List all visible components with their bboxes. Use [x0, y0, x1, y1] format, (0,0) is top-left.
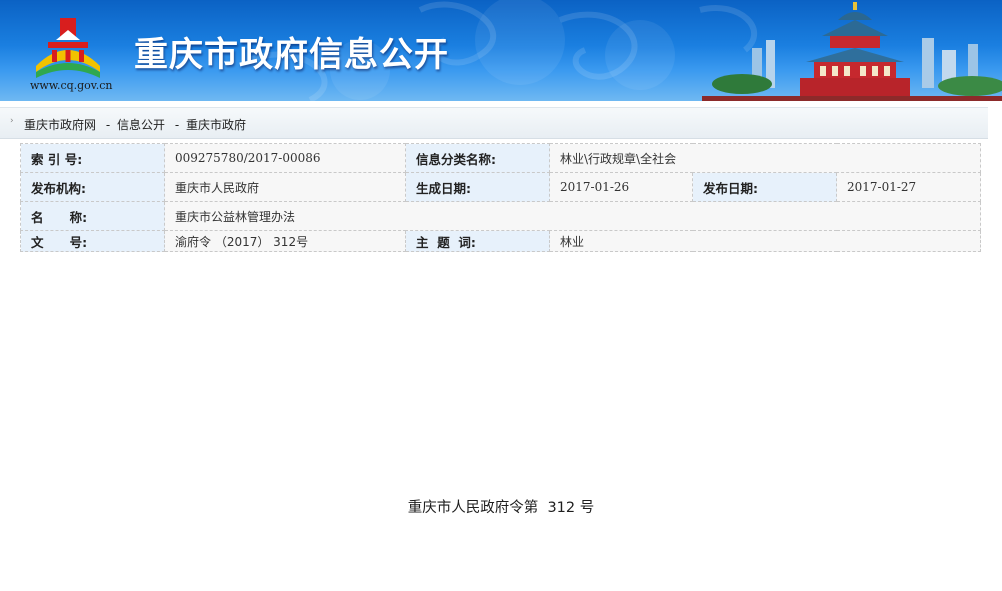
- breadcrumb-separator: -: [174, 118, 180, 132]
- document-number-label: 文 号:: [20, 230, 165, 252]
- created-date-label: 生成日期:: [405, 172, 550, 202]
- index-number-value: 009275780/2017-00086: [164, 143, 406, 173]
- document-info-table: 索 引 号: 009275780/2017-00086 信息分类名称: 林业\行…: [20, 143, 982, 252]
- issuer-label: 发布机构:: [20, 172, 165, 202]
- breadcrumb-link-info-disclosure[interactable]: 信息公开: [117, 118, 165, 132]
- category-value: 林业\行政规章\全社会: [548, 143, 982, 173]
- issuer-value: 重庆市人民政府: [164, 172, 406, 202]
- category-label: 信息分类名称:: [405, 143, 550, 173]
- table-row: 文 号: 渝府令 （2017） 312号 主 题 词: 林业: [20, 230, 982, 252]
- breadcrumb-separator: -: [105, 118, 111, 132]
- document-name-value: 重庆市公益林管理办法: [163, 201, 982, 231]
- breadcrumb-link-municipal-gov[interactable]: 重庆市政府: [186, 118, 246, 132]
- document-name-label: 名 称:: [20, 201, 165, 231]
- site-url: www.cq.gov.cn: [30, 79, 113, 92]
- site-title: 重庆市政府信息公开: [134, 35, 449, 75]
- published-date-value: 2017-01-27: [835, 172, 982, 202]
- document-number-value: 渝府令 （2017） 312号: [164, 230, 406, 252]
- decree-heading: 重庆市人民政府令第 312 号: [407, 500, 595, 516]
- table-row: 名 称: 重庆市公益林管理办法: [20, 201, 982, 231]
- table-row: 发布机构: 重庆市人民政府 生成日期: 2017-01-26 发布日期: 201…: [20, 172, 982, 202]
- keywords-value: 林业: [548, 230, 982, 252]
- keywords-label: 主 题 词:: [405, 230, 550, 252]
- gov-logo-icon[interactable]: [30, 14, 106, 80]
- breadcrumb: › 重庆市政府网 - 信息公开 - 重庆市政府: [0, 107, 988, 139]
- great-hall-skyline-image: [702, 2, 1002, 101]
- breadcrumb-arrow-icon: ›: [10, 116, 14, 126]
- index-number-label: 索 引 号:: [20, 143, 165, 173]
- published-date-label: 发布日期:: [692, 172, 837, 202]
- site-banner: www.cq.gov.cn 重庆市政府信息公开: [0, 0, 1002, 101]
- table-row: 索 引 号: 009275780/2017-00086 信息分类名称: 林业\行…: [20, 143, 982, 173]
- breadcrumb-link-home[interactable]: 重庆市政府网: [24, 118, 96, 132]
- created-date-value: 2017-01-26: [549, 172, 693, 202]
